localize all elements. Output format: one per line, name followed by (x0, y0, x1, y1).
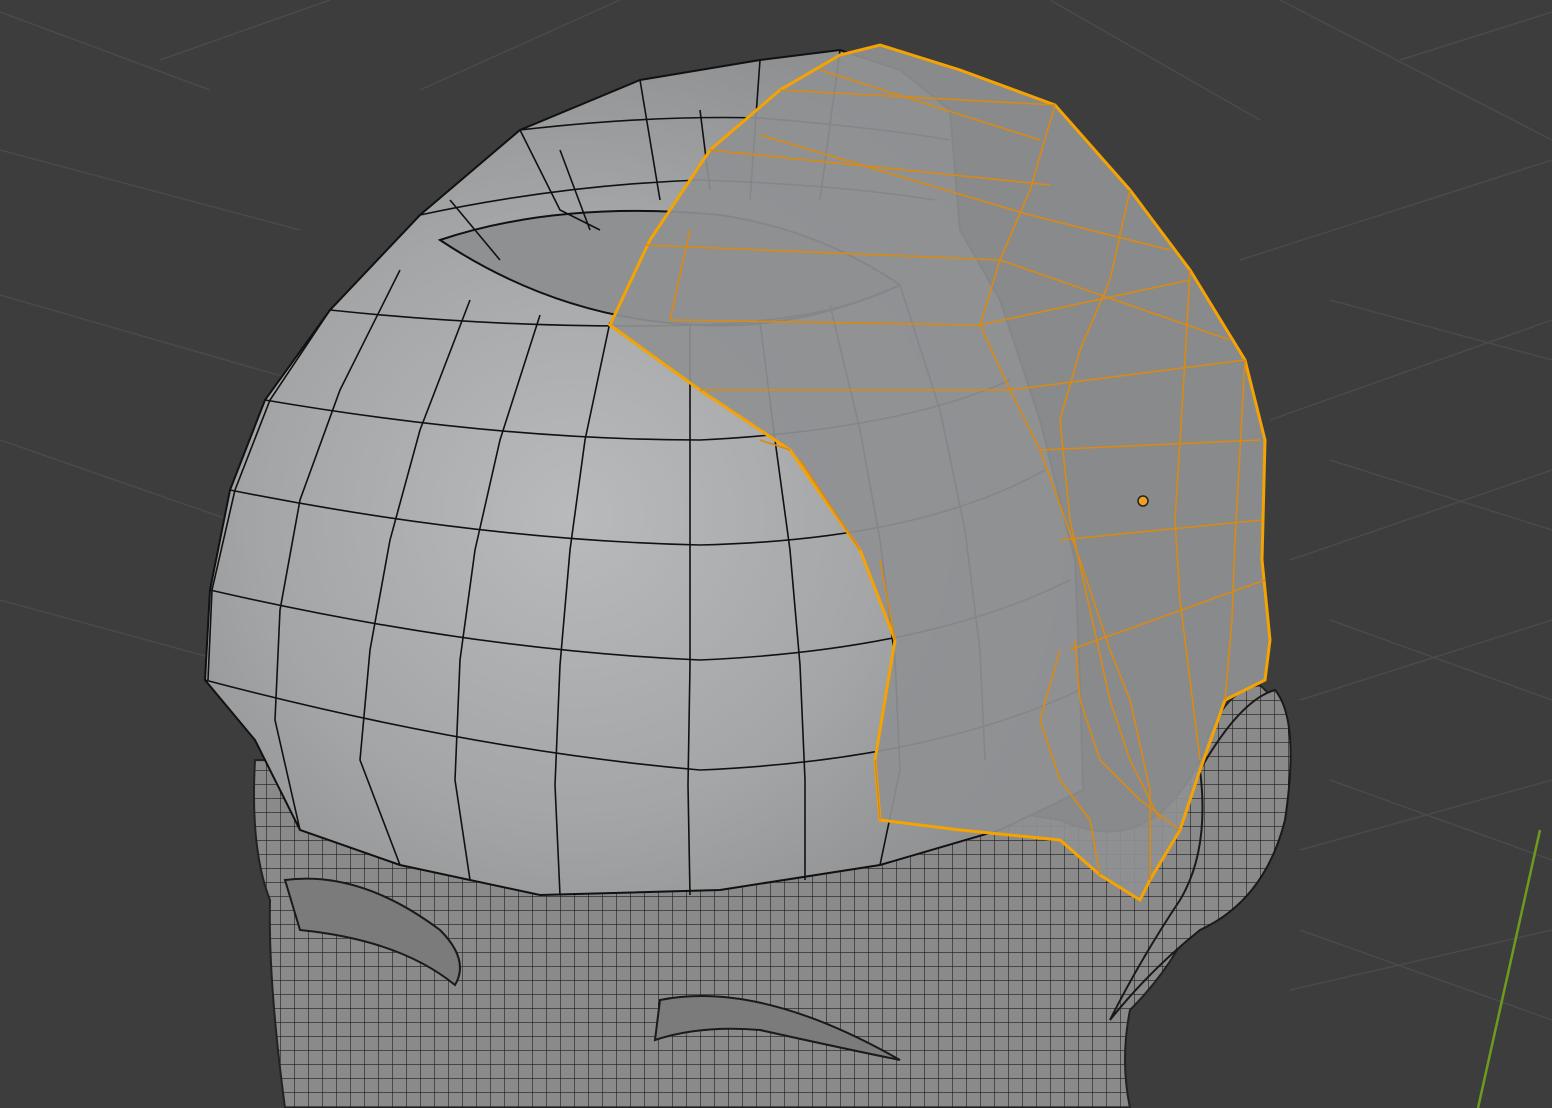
y-axis-line (1476, 829, 1542, 1108)
3d-viewport[interactable] (0, 0, 1552, 1108)
object-origin-icon[interactable] (1137, 495, 1149, 507)
